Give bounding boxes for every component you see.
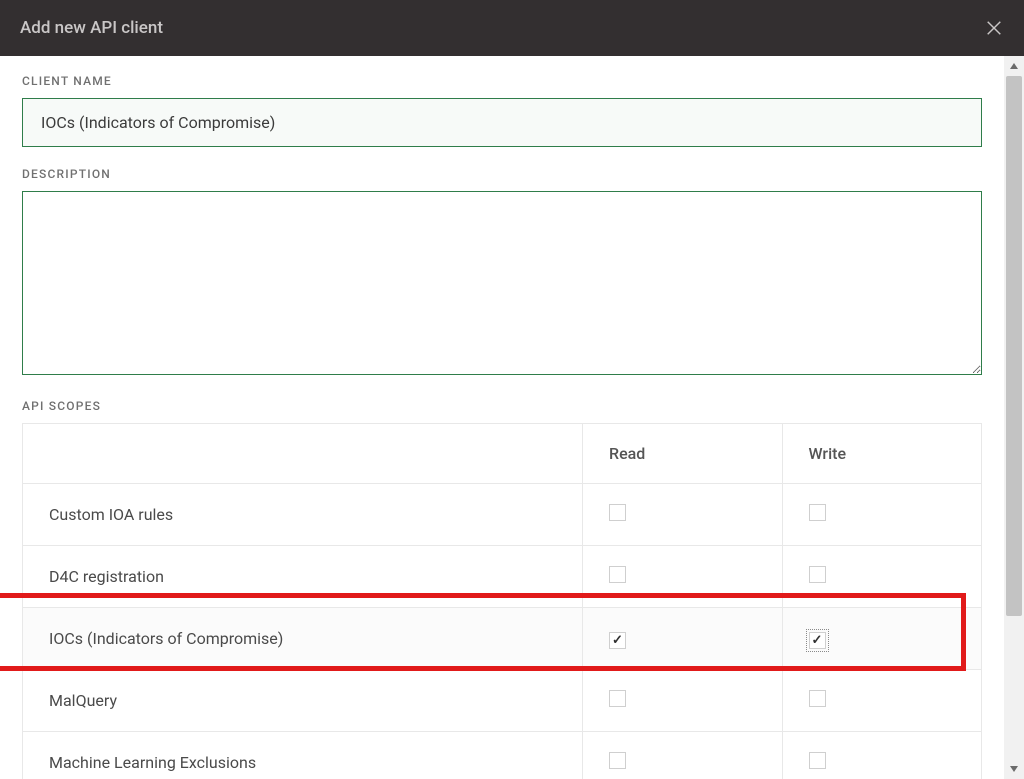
scrollbar-thumb[interactable]	[1006, 76, 1022, 616]
table-row: Machine Learning Exclusions	[23, 732, 982, 779]
write-checkbox[interactable]	[809, 504, 826, 521]
client-name-input[interactable]	[22, 98, 982, 147]
table-header-read: Read	[583, 424, 783, 484]
scope-name: D4C registration	[23, 546, 583, 608]
table-row: IOCs (Indicators of Compromise)	[23, 608, 982, 670]
write-checkbox[interactable]	[809, 632, 826, 649]
scope-name: IOCs (Indicators of Compromise)	[23, 608, 583, 670]
description-textarea[interactable]	[22, 191, 982, 375]
modal-title: Add new API client	[20, 18, 163, 38]
description-label: DESCRIPTION	[22, 167, 982, 181]
scroll-up-arrow-icon[interactable]	[1004, 56, 1024, 76]
scroll-down-arrow-icon[interactable]	[1004, 759, 1024, 779]
content-area: CLIENT NAME DESCRIPTION API SCOPES Read …	[0, 56, 1004, 779]
table-row: D4C registration	[23, 546, 982, 608]
vertical-scrollbar[interactable]	[1004, 56, 1024, 779]
modal-body: CLIENT NAME DESCRIPTION API SCOPES Read …	[0, 56, 1024, 779]
api-scopes-label: API SCOPES	[22, 399, 982, 413]
scope-name: Machine Learning Exclusions	[23, 732, 583, 779]
scope-name: MalQuery	[23, 670, 583, 732]
write-checkbox[interactable]	[809, 752, 826, 769]
client-name-label: CLIENT NAME	[22, 74, 982, 88]
table-header-name	[23, 424, 583, 484]
modal-header: Add new API client	[0, 0, 1024, 56]
close-icon[interactable]	[984, 18, 1004, 38]
scope-name: Custom IOA rules	[23, 484, 583, 546]
read-checkbox[interactable]	[609, 690, 626, 707]
table-header-write: Write	[782, 424, 982, 484]
api-scopes-table: Read Write Custom IOA rules D4C registra…	[22, 423, 982, 779]
write-checkbox[interactable]	[809, 566, 826, 583]
read-checkbox[interactable]	[609, 504, 626, 521]
table-row: Custom IOA rules	[23, 484, 982, 546]
read-checkbox[interactable]	[609, 632, 626, 649]
table-header-row: Read Write	[23, 424, 982, 484]
table-row: MalQuery	[23, 670, 982, 732]
write-checkbox[interactable]	[809, 690, 826, 707]
read-checkbox[interactable]	[609, 566, 626, 583]
read-checkbox[interactable]	[609, 752, 626, 769]
